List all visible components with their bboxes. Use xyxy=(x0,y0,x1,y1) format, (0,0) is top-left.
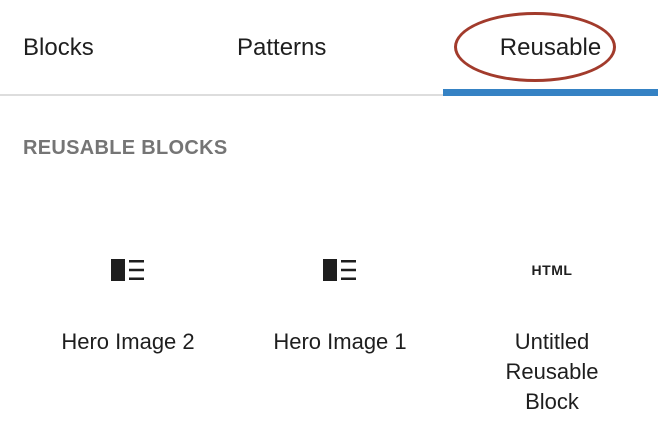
block-label: Hero Image 2 xyxy=(61,329,195,354)
inserter-tabs: Blocks Patterns Reusable xyxy=(0,0,658,96)
block-item-hero-image-1[interactable]: Hero Image 1 xyxy=(234,240,446,430)
tab-blocks[interactable]: Blocks xyxy=(23,0,94,96)
tab-reusable-label: Reusable xyxy=(499,34,602,61)
tab-patterns-label: Patterns xyxy=(237,34,327,61)
tab-patterns[interactable]: Patterns xyxy=(237,0,326,96)
block-item-untitled-reusable-block[interactable]: HTML Untitled Reusable Block xyxy=(446,240,658,430)
block-item-hero-image-2[interactable]: Hero Image 2 xyxy=(22,240,234,430)
media-text-icon xyxy=(234,258,446,282)
tab-blocks-label: Blocks xyxy=(23,34,94,61)
media-text-icon xyxy=(22,258,234,282)
tab-reusable[interactable]: Reusable xyxy=(443,0,658,96)
active-tab-indicator xyxy=(443,89,658,96)
section-title: REUSABLE BLOCKS xyxy=(23,137,228,159)
html-icon: HTML xyxy=(446,258,658,282)
block-label: Untitled Reusable Block xyxy=(505,329,599,414)
html-icon-text: HTML xyxy=(531,262,573,278)
block-label: Hero Image 1 xyxy=(273,329,407,354)
